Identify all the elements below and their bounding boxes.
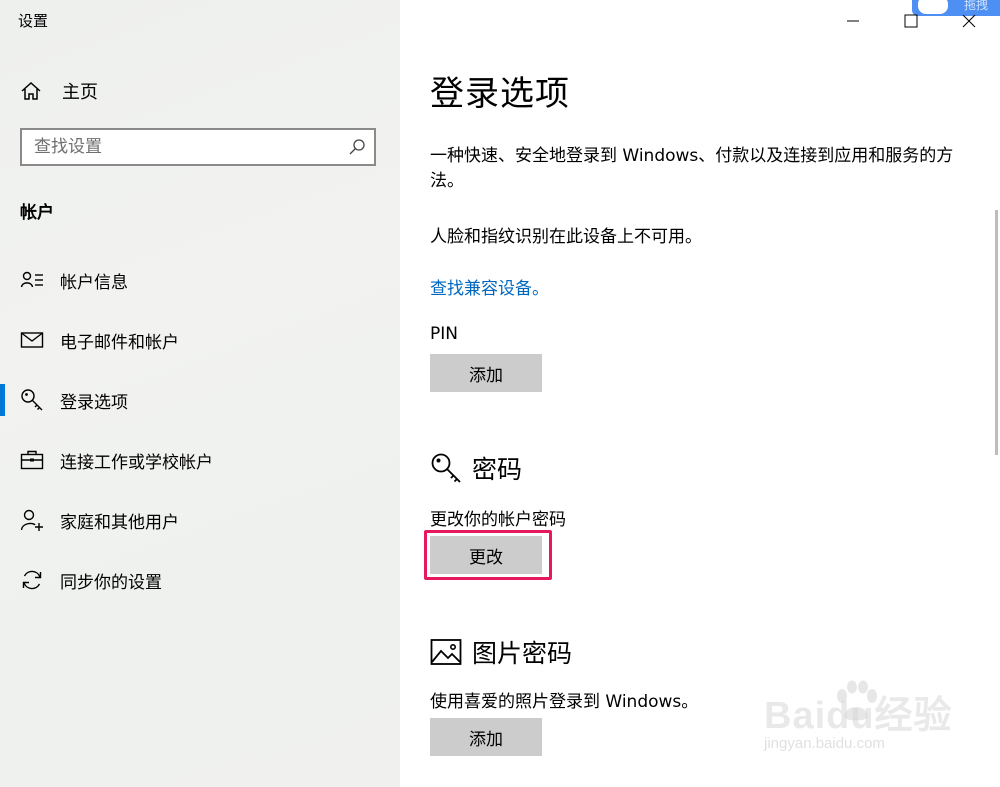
key-icon [21, 389, 43, 411]
active-indicator [0, 384, 5, 416]
sidebar-item-label: 电子邮件和帐户 [60, 333, 179, 353]
sidebar-item-sign-in-options[interactable]: 登录选项 [0, 378, 400, 422]
highlight-box [424, 530, 552, 580]
sidebar-item-email-accounts[interactable]: 电子邮件和帐户 [0, 318, 400, 362]
face-fingerprint-notice: 人脸和指纹识别在此设备上不可用。 [430, 227, 702, 247]
sidebar-item-family-users[interactable]: 家庭和其他用户 [0, 498, 400, 542]
picture-password-subtitle: 使用喜爱的照片登录到 Windows。 [430, 692, 699, 712]
close-icon [962, 14, 976, 28]
sidebar-item-label: 帐户信息 [60, 273, 128, 293]
sidebar-item-label: 家庭和其他用户 [60, 513, 179, 533]
sidebar-item-label: 连接工作或学校帐户 [60, 453, 213, 473]
home-label: 主页 [62, 82, 98, 103]
sidebar-item-sync-settings[interactable]: 同步你的设置 [0, 558, 400, 602]
baidu-watermark: Baidu经验 jingyan.baidu.com [764, 684, 953, 752]
search-box[interactable] [20, 128, 376, 166]
pin-label: PIN [430, 324, 458, 344]
account-info-icon [20, 271, 43, 288]
sidebar-item-account-info[interactable]: 帐户信息 [0, 258, 400, 302]
search-input[interactable] [34, 136, 334, 158]
search-icon[interactable] [348, 138, 366, 156]
minimize-icon [847, 20, 859, 22]
maximize-icon [904, 14, 918, 28]
maximize-button[interactable] [882, 6, 940, 36]
app-title: 设置 [18, 12, 49, 30]
section-header-account: 帐户 [20, 203, 54, 223]
password-subtitle: 更改你的帐户密码 [430, 510, 566, 530]
sidebar: 设置 主页 帐户 帐户信息 电子邮件和帐户 [0, 0, 400, 787]
sidebar-item-label: 登录选项 [60, 393, 128, 413]
page-title: 登录选项 [430, 74, 570, 114]
pin-add-button[interactable]: 添加 [430, 354, 542, 392]
sidebar-item-work-school[interactable]: 连接工作或学校帐户 [0, 438, 400, 482]
briefcase-icon [20, 450, 44, 470]
home-icon [21, 81, 41, 100]
scrollbar[interactable] [995, 210, 998, 455]
key-icon [431, 453, 461, 483]
find-compatible-devices-link[interactable]: 查找兼容设备。 [430, 274, 549, 299]
add-person-icon [20, 509, 43, 531]
close-button[interactable] [940, 6, 998, 36]
home-link[interactable]: 主页 [20, 78, 98, 104]
password-section-title: 密码 [430, 450, 522, 486]
window-controls [824, 6, 998, 36]
password-title: 密码 [472, 455, 523, 484]
picture-icon [430, 639, 462, 665]
picture-password-add-button[interactable]: 添加 [430, 718, 542, 756]
mail-icon [20, 332, 44, 348]
minimize-button[interactable] [824, 6, 882, 36]
picture-password-section-title: 图片密码 [430, 634, 572, 670]
sidebar-item-label: 同步你的设置 [60, 573, 162, 593]
page-description: 一种快速、安全地登录到 Windows、付款以及连接到应用和服务的方法。 [430, 146, 954, 191]
sync-icon [22, 570, 42, 590]
watermark-main: Baidu经验 [764, 695, 953, 737]
picture-password-title: 图片密码 [472, 639, 573, 668]
